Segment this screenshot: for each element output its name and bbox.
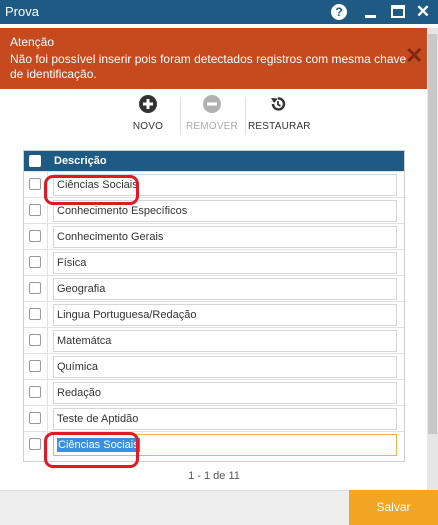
restore-icon xyxy=(271,97,286,111)
row-checkbox[interactable] xyxy=(29,204,41,216)
table-row: Teste de Aptidão xyxy=(24,405,404,432)
descricao-input[interactable]: Redação xyxy=(53,382,397,404)
row-checkbox[interactable] xyxy=(29,230,41,242)
row-checkbox[interactable] xyxy=(29,360,41,372)
descricao-input[interactable]: Química xyxy=(53,356,397,378)
window-title: Prova xyxy=(5,4,39,19)
table-row: Ciências Sociais xyxy=(24,171,404,198)
toolbar-divider xyxy=(180,97,181,135)
scrollbar-thumb[interactable] xyxy=(428,34,437,434)
descricao-input[interactable]: Conhecimento Gerais xyxy=(53,226,397,248)
row-checkbox[interactable] xyxy=(29,386,41,398)
minus-icon xyxy=(203,95,221,113)
grid-header: Descrição xyxy=(24,151,404,171)
restaurar-label: RESTAURAR xyxy=(248,121,311,132)
alert-close-icon[interactable]: ✕ xyxy=(405,45,423,67)
descricao-input[interactable]: Matemátca xyxy=(53,330,397,352)
table-row: Conhecimento Específicos xyxy=(24,197,404,224)
row-checkbox[interactable] xyxy=(29,334,41,346)
remover-label: REMOVER xyxy=(186,121,238,132)
descricao-input[interactable]: Lingua Portuguesa/Redação xyxy=(53,304,397,326)
descricao-input[interactable]: Geografia xyxy=(53,278,397,300)
selected-text: Ciências Sociais xyxy=(57,438,140,452)
pagination-info: 1 - 1 de 11 xyxy=(188,470,240,482)
descricao-grid: Descrição Ciências Sociais Conhecimento … xyxy=(23,150,405,462)
descricao-input[interactable]: Conhecimento Específicos xyxy=(53,200,397,222)
maximize-icon[interactable] xyxy=(389,3,407,21)
row-checkbox[interactable] xyxy=(29,308,41,320)
descricao-input-active[interactable]: Ciências Sociais xyxy=(53,434,397,456)
table-row: Ciências Sociais xyxy=(24,431,404,458)
table-row: Física xyxy=(24,249,404,276)
descricao-input[interactable]: Física xyxy=(53,252,397,274)
save-button[interactable]: Salvar xyxy=(349,490,438,525)
descricao-input[interactable]: Teste de Aptidão xyxy=(53,408,397,430)
novo-button[interactable]: NOVO xyxy=(118,95,178,135)
window-titlebar: Prova ? ✕ xyxy=(0,0,438,24)
toolbar-divider xyxy=(245,97,246,135)
row-checkbox[interactable] xyxy=(29,178,41,190)
help-glyph: ? xyxy=(331,4,347,20)
row-checkbox[interactable] xyxy=(29,412,41,424)
descricao-input[interactable]: Ciências Sociais xyxy=(53,174,397,196)
descricao-column-header[interactable]: Descrição xyxy=(54,155,107,167)
alert-banner: Atenção Não foi possível inserir pois fo… xyxy=(0,28,438,89)
row-checkbox[interactable] xyxy=(29,256,41,268)
help-icon[interactable]: ? xyxy=(330,3,348,21)
table-row: Química xyxy=(24,353,404,380)
alert-message: Não foi possível inserir pois foram dete… xyxy=(10,52,407,81)
table-row: Matemátca xyxy=(24,327,404,354)
alert-title: Atenção xyxy=(10,35,55,49)
close-window-icon[interactable]: ✕ xyxy=(414,3,432,21)
table-row: Geografia xyxy=(24,275,404,302)
row-checkbox[interactable] xyxy=(29,282,41,294)
row-checkbox[interactable] xyxy=(29,438,41,450)
minimize-icon[interactable] xyxy=(362,3,380,21)
select-all-checkbox[interactable] xyxy=(29,155,41,167)
table-row: Redação xyxy=(24,379,404,406)
table-row: Lingua Portuguesa/Redação xyxy=(24,301,404,328)
plus-icon xyxy=(139,95,157,113)
restaurar-button[interactable]: RESTAURAR xyxy=(248,95,311,135)
table-row: Conhecimento Gerais xyxy=(24,223,404,250)
remover-button[interactable]: REMOVER xyxy=(182,95,242,135)
novo-label: NOVO xyxy=(132,121,164,132)
